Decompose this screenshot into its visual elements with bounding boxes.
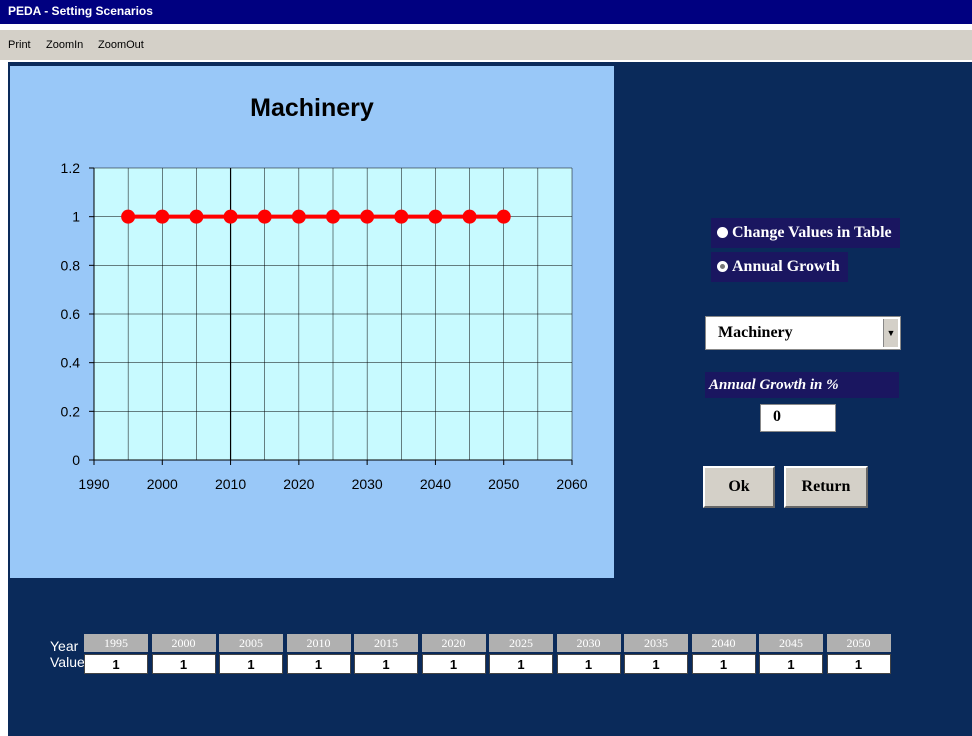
table-value-cell[interactable]: 1 [151, 654, 216, 674]
table-value-cell[interactable]: 1 [759, 654, 823, 674]
dropdown-arrow-icon[interactable]: ▼ [883, 319, 898, 347]
y-tick-label: 0 [72, 452, 80, 468]
table-value-cell[interactable]: 1 [286, 654, 351, 674]
y-tick-label: 1 [72, 209, 80, 225]
table-value-cell[interactable]: 1 [826, 654, 891, 674]
sector-select[interactable]: Machinery ▼ [705, 316, 901, 350]
title-bar: PEDA - Setting Scenarios [0, 0, 972, 24]
x-tick-label: 1990 [78, 476, 109, 492]
annual-growth-input[interactable]: 0 [760, 404, 836, 432]
table-year-cell: 1995 [84, 634, 148, 652]
menu-print[interactable]: Print [8, 39, 31, 51]
table-value-cell[interactable]: 1 [84, 654, 148, 674]
y-tick-label: 1.2 [61, 160, 81, 176]
data-point [223, 209, 238, 224]
menu-bar: Print ZoomIn ZoomOut [0, 30, 972, 60]
data-point [326, 209, 340, 224]
table-year-cell: 2015 [354, 634, 418, 652]
chart-panel: Machinery 0 0.2 0.4 0.6 0.8 1 1.2 1990 2000 2010 2… [10, 66, 614, 578]
x-tick-label: 2010 [215, 476, 246, 492]
table-value-cell[interactable]: 1 [691, 654, 756, 674]
y-tick-label: 0.4 [61, 355, 81, 371]
radio-change-values[interactable]: Change Values in Table [711, 218, 900, 248]
radio-unselected-icon[interactable] [717, 227, 728, 238]
annual-growth-label: Annual Growth in % [705, 372, 899, 398]
radio-selected-icon[interactable] [717, 261, 728, 272]
x-tick-label: 2040 [420, 476, 451, 492]
table-year-label: Year [50, 638, 79, 654]
x-tick-label: 2050 [488, 476, 519, 492]
table-value-cell[interactable]: 1 [624, 654, 688, 674]
data-point [394, 209, 409, 224]
sector-select-value: Machinery [718, 324, 793, 341]
data-point [291, 209, 306, 224]
table-year-cell: 2020 [421, 634, 486, 652]
data-point [257, 209, 272, 224]
machinery-chart: 0 0.2 0.4 0.6 0.8 1 1.2 1990 2000 2010 2020 2030 204… [61, 160, 588, 492]
data-point [462, 209, 477, 224]
table-value-cell[interactable]: 1 [489, 654, 553, 674]
y-tick-label: 0.8 [61, 257, 81, 273]
table-value-cell[interactable]: 1 [354, 654, 418, 674]
data-point [428, 209, 443, 224]
table-year-cell: 2050 [826, 634, 891, 652]
table-value-cell[interactable]: 1 [219, 654, 283, 674]
table-value-cell[interactable]: 1 [556, 654, 621, 674]
x-tick-label: 2020 [283, 476, 314, 492]
table-year-cell: 2000 [151, 634, 216, 652]
window-title: PEDA - Setting Scenarios [8, 4, 153, 18]
menu-zoom-out[interactable]: ZoomOut [98, 39, 144, 51]
y-tick-label: 0.6 [61, 306, 81, 322]
data-point [155, 209, 170, 224]
table-year-cell: 2045 [759, 634, 823, 652]
data-point [189, 209, 204, 224]
x-tick-label: 2000 [147, 476, 178, 492]
data-point [360, 209, 375, 224]
table-year-cell: 2040 [691, 634, 756, 652]
data-point [121, 209, 136, 224]
table-year-cell: 2035 [624, 634, 688, 652]
x-tick-label: 2030 [352, 476, 383, 492]
x-tick-label: 2060 [556, 476, 587, 492]
table-value-cell[interactable]: 1 [421, 654, 486, 674]
table-value-label: Value [50, 654, 85, 670]
ok-button[interactable]: Ok [703, 466, 775, 508]
menu-zoom-in[interactable]: ZoomIn [46, 39, 83, 51]
data-point [496, 209, 511, 224]
table-year-cell: 2005 [219, 634, 283, 652]
y-tick-label: 0.2 [61, 403, 81, 419]
return-button[interactable]: Return [784, 466, 868, 508]
table-year-cell: 2025 [489, 634, 553, 652]
radio-annual-growth[interactable]: Annual Growth [711, 252, 848, 282]
radio-annual-growth-label: Annual Growth [732, 258, 840, 275]
radio-change-values-label: Change Values in Table [732, 224, 892, 241]
table-year-cell: 2010 [286, 634, 351, 652]
table-year-cell: 2030 [556, 634, 621, 652]
